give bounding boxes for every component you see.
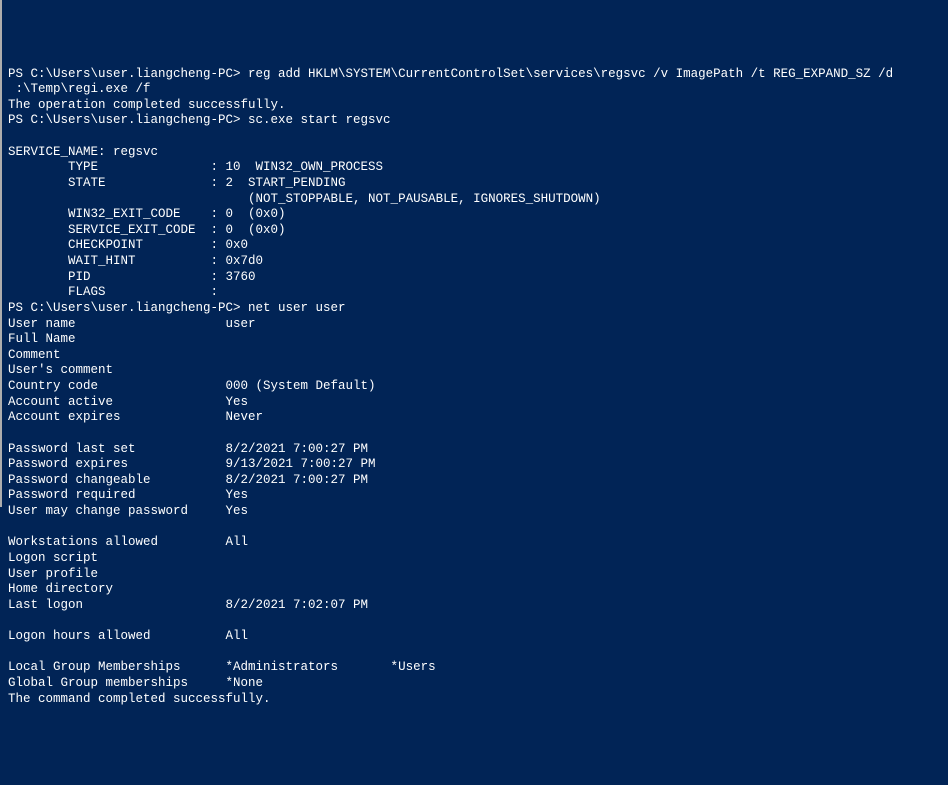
terminal-output[interactable]: PS C:\Users\user.liangcheng-PC> reg add … [8, 67, 942, 708]
